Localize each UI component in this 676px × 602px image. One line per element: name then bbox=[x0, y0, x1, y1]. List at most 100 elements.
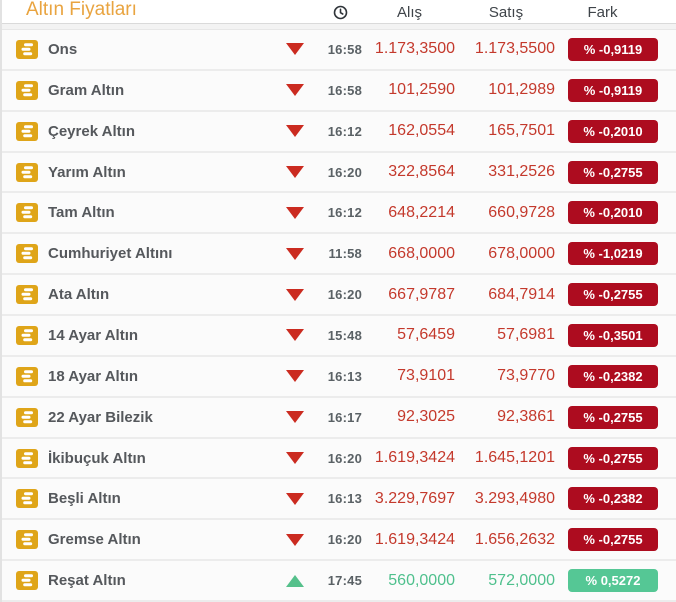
update-time: 16:20 bbox=[327, 164, 362, 180]
update-time: 17:45 bbox=[327, 573, 362, 589]
gold-coins-icon bbox=[16, 448, 38, 468]
table-row[interactable]: Ons 16:58 1.173,3500 1.173,5500 % -0,911… bbox=[2, 30, 676, 71]
table-row[interactable]: Tam Altın 16:12 648,2214 660,9728 % -0,2… bbox=[2, 193, 676, 235]
sell-price: 331,2526 bbox=[488, 163, 555, 180]
change-badge: % -0,2755 bbox=[568, 405, 658, 429]
gold-coins-icon bbox=[16, 39, 38, 59]
triangle-down-icon bbox=[286, 43, 304, 56]
sell-price: 572,0000 bbox=[488, 571, 555, 589]
header-buy: Alış bbox=[396, 4, 422, 21]
update-time: 16:17 bbox=[327, 409, 362, 425]
instrument-cell: 18 Ayar Altın bbox=[2, 366, 272, 386]
table-row[interactable]: Beşli Altın 16:13 3.229,7697 3.293,4980 … bbox=[2, 479, 676, 521]
instrument-cell: Tam Altın bbox=[2, 203, 272, 223]
gold-coins-icon bbox=[16, 571, 38, 591]
instrument-cell: 14 Ayar Altın bbox=[2, 325, 272, 345]
instrument-cell: Çeyrek Altın bbox=[2, 121, 272, 141]
buy-price: 1.619,3424 bbox=[374, 530, 455, 548]
update-time: 16:20 bbox=[327, 287, 362, 303]
update-time: 11:58 bbox=[328, 246, 362, 262]
triangle-down-icon bbox=[286, 329, 304, 342]
gold-coins-icon bbox=[16, 489, 38, 509]
clock-icon bbox=[333, 5, 348, 20]
instrument-cell: Yarım Altın bbox=[2, 162, 272, 182]
change-badge: % 0,5272 bbox=[568, 569, 658, 593]
gold-coins-icon bbox=[16, 162, 38, 182]
change-badge: % -0,2382 bbox=[568, 487, 658, 511]
change-badge: % -0,2010 bbox=[568, 201, 658, 225]
update-time: 16:13 bbox=[327, 491, 362, 507]
table-row[interactable]: Gremse Altın 16:20 1.619,3424 1.656,2632… bbox=[2, 520, 676, 562]
change-badge: % -0,2755 bbox=[568, 528, 658, 552]
change-badge: % -0,2382 bbox=[568, 364, 658, 388]
buy-price: 322,8564 bbox=[388, 163, 455, 180]
sell-price: 1.173,5500 bbox=[474, 40, 555, 58]
change-badge: % -1,0219 bbox=[568, 242, 658, 266]
change-badge: % -0,2755 bbox=[568, 160, 658, 184]
table-row[interactable]: 22 Ayar Bilezik 16:17 92,3025 92,3861 % … bbox=[2, 397, 676, 439]
sell-price: 678,0000 bbox=[488, 244, 555, 262]
change-badge: % -0,2755 bbox=[568, 283, 658, 307]
update-time: 16:20 bbox=[327, 532, 362, 548]
update-time: 16:58 bbox=[327, 82, 362, 98]
header-time-column bbox=[318, 5, 362, 23]
update-time: 15:48 bbox=[327, 327, 362, 343]
update-time: 16:20 bbox=[327, 450, 362, 466]
change-badge: % -0,2755 bbox=[568, 446, 658, 470]
instrument-cell: 22 Ayar Bilezik bbox=[2, 407, 272, 427]
page-title: Altın Fiyatları bbox=[26, 0, 137, 20]
gold-coins-icon bbox=[16, 407, 38, 427]
update-time: 16:12 bbox=[327, 123, 362, 139]
gold-coins-icon bbox=[16, 325, 38, 345]
instrument-cell: Reşat Altın bbox=[2, 571, 272, 591]
table-row[interactable]: Ata Altın 16:20 667,9787 684,7914 % -0,2… bbox=[2, 275, 676, 317]
sell-price: 101,2989 bbox=[488, 81, 555, 99]
sell-price: 73,9770 bbox=[497, 367, 555, 385]
buy-price: 1.619,3424 bbox=[374, 449, 455, 467]
triangle-up-icon bbox=[286, 574, 304, 587]
sell-price: 684,7914 bbox=[488, 285, 555, 303]
table-row[interactable]: Yarım Altın 16:20 322,8564 331,2526 % -0… bbox=[2, 152, 676, 194]
gold-coins-icon bbox=[16, 530, 38, 550]
instrument-cell: Ata Altın bbox=[2, 285, 272, 305]
gold-coins-icon bbox=[16, 203, 38, 223]
sell-price: 92,3861 bbox=[497, 408, 555, 426]
table-row[interactable]: Reşat Altın 17:45 560,0000 572,0000 % 0,… bbox=[2, 561, 676, 602]
gold-coins-icon bbox=[16, 80, 38, 100]
gold-coins-icon bbox=[16, 121, 38, 141]
buy-price: 101,2590 bbox=[388, 81, 455, 99]
triangle-down-icon bbox=[286, 166, 304, 178]
buy-price: 73,9101 bbox=[397, 367, 455, 385]
header-separator bbox=[2, 23, 676, 30]
gold-coins-icon bbox=[16, 366, 38, 386]
triangle-down-icon bbox=[286, 452, 304, 465]
instrument-cell: Beşli Altın bbox=[2, 489, 272, 509]
update-time: 16:13 bbox=[327, 368, 362, 384]
table-row[interactable]: İkibuçuk Altın 16:20 1.619,3424 1.645,12… bbox=[2, 438, 676, 480]
buy-price: 1.173,3500 bbox=[374, 40, 455, 58]
table-row[interactable]: 14 Ayar Altın 15:48 57,6459 57,6981 % -0… bbox=[2, 316, 676, 357]
table-row[interactable]: Cumhuriyet Altını 11:58 668,0000 678,000… bbox=[2, 234, 676, 276]
buy-price: 57,6459 bbox=[397, 326, 455, 344]
triangle-down-icon bbox=[286, 288, 304, 301]
table-row[interactable]: Çeyrek Altın 16:12 162,0554 165,7501 % -… bbox=[2, 111, 676, 153]
table-row[interactable]: 18 Ayar Altın 16:13 73,9101 73,9770 % -0… bbox=[2, 356, 676, 398]
change-badge: % -0,3501 bbox=[568, 323, 658, 347]
instrument-cell: Gremse Altın bbox=[2, 530, 272, 550]
change-badge: % -0,9119 bbox=[568, 37, 658, 61]
sell-price: 1.656,2632 bbox=[474, 530, 555, 548]
change-badge: % -0,2010 bbox=[568, 119, 658, 143]
instrument-cell: İkibuçuk Altın bbox=[2, 448, 272, 468]
buy-price: 648,2214 bbox=[388, 203, 455, 221]
instrument-cell: Ons bbox=[2, 39, 272, 59]
table-row[interactable]: Gram Altın 16:58 101,2590 101,2989 % -0,… bbox=[2, 70, 676, 112]
triangle-down-icon bbox=[286, 411, 304, 424]
update-time: 16:12 bbox=[327, 205, 362, 221]
triangle-down-icon bbox=[286, 247, 304, 260]
header-sell: Satış bbox=[488, 4, 524, 21]
triangle-down-icon bbox=[286, 370, 304, 383]
sell-price: 1.645,1201 bbox=[474, 449, 555, 467]
table-header: Altın Fiyatları Alış Satış Fark bbox=[2, 0, 676, 23]
update-time: 16:58 bbox=[327, 41, 362, 57]
header-diff: Fark bbox=[587, 4, 618, 21]
